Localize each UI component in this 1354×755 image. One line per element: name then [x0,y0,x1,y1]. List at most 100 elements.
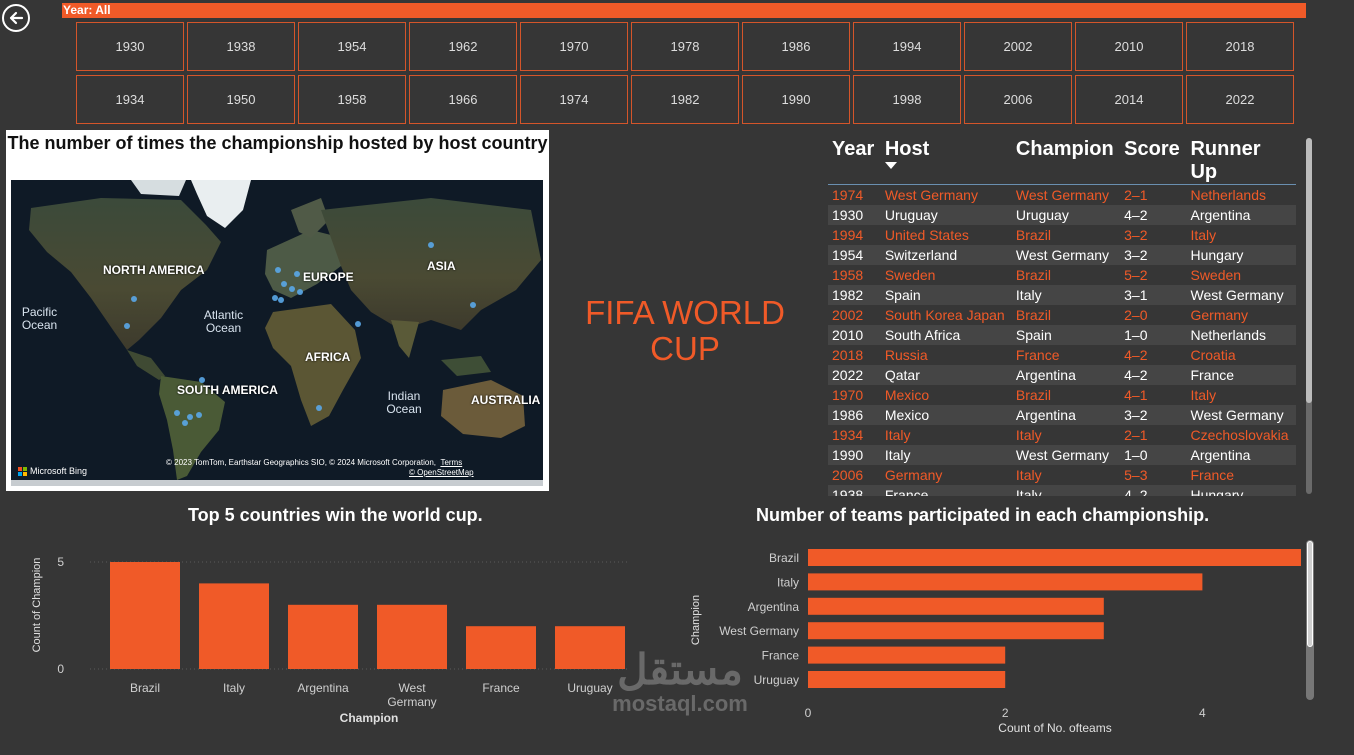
chart2-scrollbar[interactable] [1306,540,1314,700]
year-button-1974[interactable]: 1974 [520,75,628,124]
year-button-1970[interactable]: 1970 [520,22,628,71]
table-row[interactable]: 2002 South Korea Japan Brazil 2–0 Germany [828,305,1296,325]
table-row[interactable]: 2022 Qatar Argentina 4–2 France [828,365,1296,385]
year-button-1998[interactable]: 1998 [853,75,961,124]
table-cell: United States [880,225,1012,245]
table-row[interactable]: 1990 Italy West Germany 1–0 Argentina [828,445,1296,465]
table-row[interactable]: 2010 South Africa Spain 1–0 Netherlands [828,325,1296,345]
table-cell: Brazil [1011,305,1121,325]
table-row[interactable]: 2006 Germany Italy 5–3 France [828,465,1296,485]
year-button-2018[interactable]: 2018 [1186,22,1294,71]
table-cell: 1958 [828,265,881,285]
label-europe: EUROPE [303,270,354,284]
year-button-1958[interactable]: 1958 [298,75,406,124]
column-header-score[interactable]: Score [1120,136,1187,185]
year-button-1982[interactable]: 1982 [631,75,739,124]
bar-france[interactable] [808,646,1006,664]
year-button-2002[interactable]: 2002 [964,22,1072,71]
bar-brazil[interactable] [110,562,180,669]
year-button-1938[interactable]: 1938 [187,22,295,71]
terms-link[interactable]: Terms [440,458,462,467]
table-row[interactable]: 1958 Sweden Brazil 5–2 Sweden [828,265,1296,285]
host-pin[interactable] [199,377,205,383]
y-axis-title: Champion [690,595,702,645]
bar-italy[interactable] [199,583,269,669]
bar-france[interactable] [466,626,536,669]
table-row[interactable]: 1930 Uruguay Uruguay 4–2 Argentina [828,205,1296,225]
year-button-1962[interactable]: 1962 [409,22,517,71]
year-button-1954[interactable]: 1954 [298,22,406,71]
table-scrollbar-thumb[interactable] [1306,138,1312,403]
world-map[interactable]: NORTH AMERICA EUROPE ASIA AFRICA SOUTH A… [11,180,543,486]
year-button-2022[interactable]: 2022 [1186,75,1294,124]
column-header-champion[interactable]: Champion [1011,136,1121,185]
table-row[interactable]: 1954 Switzerland West Germany 3–2 Hungary [828,245,1296,265]
year-button-1990[interactable]: 1990 [742,75,850,124]
host-pin[interactable] [131,296,137,302]
table-row[interactable]: 1934 Italy Italy 2–1 Czechoslovakia [828,425,1296,445]
table-cell: Italy [1011,285,1121,305]
host-pin[interactable] [297,289,303,295]
year-button-1986[interactable]: 1986 [742,22,850,71]
table-row[interactable]: 1974 West Germany West Germany 2–1 Netherlan… [828,184,1296,205]
year-button-1934[interactable]: 1934 [76,75,184,124]
table-cell: Brazil [1011,265,1121,285]
y-tick-label: 5 [57,555,64,569]
year-button-2006[interactable]: 2006 [964,75,1072,124]
table-cell: 1934 [828,425,881,445]
world-cup-table: Year Host Champion Score Runner Up 1974 West … [828,136,1298,496]
y-tick-label: Argentina [748,600,800,614]
table-cell: Brazil [1011,385,1121,405]
bar-italy[interactable] [808,573,1203,591]
table-row[interactable]: 1970 Mexico Brazil 4–1 Italy [828,385,1296,405]
table-row[interactable]: 1982 Spain Italy 3–1 West Germany [828,285,1296,305]
bar-argentina[interactable] [288,604,358,669]
host-pin[interactable] [316,405,322,411]
table-row[interactable]: 1938 France Italy 4–2 Hungary [828,485,1296,496]
column-header-runner-up[interactable]: Runner Up [1186,136,1296,185]
host-pin[interactable] [187,414,193,420]
year-button-1950[interactable]: 1950 [187,75,295,124]
host-pin[interactable] [196,412,202,418]
x-tick-label: 2 [1002,706,1009,720]
host-pin[interactable] [355,321,361,327]
table-row[interactable]: 1986 Mexico Argentina 3–2 West Germany [828,405,1296,425]
table-row[interactable]: 1994 United States Brazil 3–2 Italy [828,225,1296,245]
host-pin[interactable] [470,302,476,308]
host-pin[interactable] [182,420,188,426]
table-cell: Italy [880,445,1012,465]
top5-champions-chart: 05Brazil Italy Argentina West GermanyFrance U… [31,555,630,725]
bar-west-germany[interactable] [377,604,447,669]
host-pin[interactable] [428,242,434,248]
back-button[interactable] [2,4,30,32]
host-pin[interactable] [281,281,287,287]
chart2-scrollbar-thumb[interactable] [1307,541,1313,647]
host-pin[interactable] [275,267,281,273]
host-pin[interactable] [294,271,300,277]
bar-uruguay[interactable] [808,671,1006,688]
column-header-host[interactable]: Host [880,136,1012,185]
year-button-2010[interactable]: 2010 [1075,22,1183,71]
host-pin[interactable] [174,410,180,416]
table-cell: Italy [1186,225,1296,245]
year-button-1966[interactable]: 1966 [409,75,517,124]
column-header-year[interactable]: Year [828,136,881,185]
host-pin[interactable] [278,297,284,303]
bar-brazil[interactable] [808,549,1301,566]
host-pin[interactable] [289,286,295,292]
year-button-2014[interactable]: 2014 [1075,75,1183,124]
year-button-1978[interactable]: 1978 [631,22,739,71]
table-row[interactable]: 2018 Russia France 4–2 Croatia [828,345,1296,365]
table-cell: Brazil [1011,225,1121,245]
host-pin[interactable] [124,323,130,329]
table-scrollbar[interactable] [1306,138,1312,494]
table-cell: France [1011,345,1121,365]
table-cell: Italy [1186,385,1296,405]
table-cell: Netherlands [1186,184,1296,205]
bar-argentina[interactable] [808,597,1104,615]
openstreetmap-link[interactable]: © OpenStreetMap [166,468,474,477]
year-button-1994[interactable]: 1994 [853,22,961,71]
year-button-1930[interactable]: 1930 [76,22,184,71]
bar-west-germany[interactable] [808,622,1104,640]
table-cell: Russia [880,345,1012,365]
